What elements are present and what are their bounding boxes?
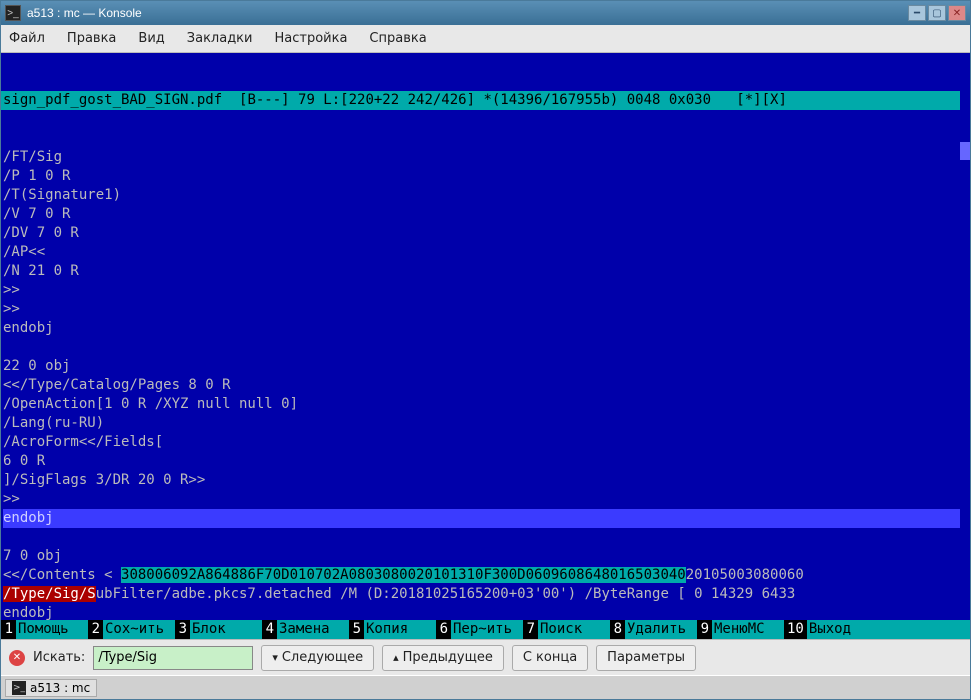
search-match: /Type/Sig/S <box>3 586 96 602</box>
line: /AP<< <box>3 244 45 260</box>
line: /P 1 0 R <box>3 168 70 184</box>
line: ]/SigFlags 3/DR 20 0 R>> <box>3 472 205 488</box>
menu-bookmarks[interactable]: Закладки <box>187 31 253 46</box>
line: endobj <box>3 605 54 621</box>
line: <</Contents < <box>3 567 121 583</box>
menu-file[interactable]: Файл <box>9 31 45 46</box>
app-icon: >_ <box>5 5 21 21</box>
search-bar: ✕ Искать: ⌫ ▾Следующее ▴Предыдущее С кон… <box>1 639 970 675</box>
status-info: [B---] 79 L:[220+22 242/426] *(14396/167… <box>222 92 787 108</box>
fnkey-4[interactable]: 4Замена <box>262 620 349 639</box>
window: >_ a513 : mc — Konsole ━ ▢ ✕ Файл Правка… <box>0 0 971 700</box>
line: 20105003080060 <box>686 567 804 583</box>
line: /OpenAction[1 0 R /XYZ null null 0] <box>3 396 298 412</box>
hex-highlight: 308006092A864886F70D010702A0803080020101… <box>121 567 686 583</box>
search-fromend-button[interactable]: С конца <box>512 645 588 671</box>
menu-settings[interactable]: Настройка <box>274 31 347 46</box>
search-next-button[interactable]: ▾Следующее <box>261 645 374 671</box>
scrollbar[interactable] <box>960 72 970 620</box>
fnkey-9[interactable]: 9МенюMC <box>697 620 784 639</box>
search-prev-button[interactable]: ▴Предыдущее <box>382 645 504 671</box>
line: 7 0 obj <box>3 548 62 564</box>
minimize-button[interactable]: ━ <box>908 5 926 21</box>
taskbar-tab-label: a513 : mc <box>30 681 90 695</box>
search-label: Искать: <box>33 650 85 665</box>
taskbar: >_ a513 : mc <box>1 675 970 699</box>
line: /DV 7 0 R <box>3 225 79 241</box>
line: /N 21 0 R <box>3 263 79 279</box>
arrow-up-icon: ▴ <box>393 651 399 664</box>
menu-help[interactable]: Справка <box>369 31 426 46</box>
search-input[interactable] <box>98 650 268 665</box>
line-highlighted: endobj <box>3 509 968 528</box>
fnkey-7[interactable]: 7Поиск <box>523 620 610 639</box>
close-button[interactable]: ✕ <box>948 5 966 21</box>
editor-statusline: sign_pdf_gost_BAD_SIGN.pdf [B---] 79 L:[… <box>1 91 970 110</box>
editor-viewport[interactable]: sign_pdf_gost_BAD_SIGN.pdf [B---] 79 L:[… <box>1 53 970 639</box>
terminal-icon: >_ <box>12 681 26 695</box>
fnkey-6[interactable]: 6Пер~ить <box>436 620 523 639</box>
close-search-icon[interactable]: ✕ <box>9 650 25 666</box>
fnkey-10[interactable]: 10Выход <box>784 620 879 639</box>
line: /Lang(ru-RU) <box>3 415 104 431</box>
window-title: a513 : mc — Konsole <box>27 6 908 20</box>
fnkey-8[interactable]: 8Удалить <box>610 620 697 639</box>
status-filename: sign_pdf_gost_BAD_SIGN.pdf <box>3 92 222 108</box>
line: /T(Signature1) <box>3 187 121 203</box>
menubar: Файл Правка Вид Закладки Настройка Справ… <box>1 25 970 53</box>
fnkey-2[interactable]: 2Сох~ить <box>88 620 175 639</box>
taskbar-tab[interactable]: >_ a513 : mc <box>5 679 97 697</box>
fnkey-1[interactable]: 1Помощь <box>1 620 88 639</box>
line: /V 7 0 R <box>3 206 70 222</box>
search-input-wrap[interactable]: ⌫ <box>93 646 253 670</box>
menu-edit[interactable]: Правка <box>67 31 116 46</box>
line: ubFilter/adbe.pkcs7.detached /M (D:20181… <box>96 586 796 602</box>
line: 6 0 R <box>3 453 45 469</box>
titlebar[interactable]: >_ a513 : mc — Konsole ━ ▢ ✕ <box>1 1 970 25</box>
line: >> <box>3 491 20 507</box>
line: endobj <box>3 320 54 336</box>
menu-view[interactable]: Вид <box>138 31 164 46</box>
fnkey-bar: 1Помощь 2Сох~ить 3Блок 4Замена 5Копия 6П… <box>1 620 970 639</box>
search-params-button[interactable]: Параметры <box>596 645 696 671</box>
line: >> <box>3 301 20 317</box>
line: 22 0 obj <box>3 358 70 374</box>
scrollbar-thumb[interactable] <box>960 142 970 160</box>
window-controls: ━ ▢ ✕ <box>908 5 966 21</box>
maximize-button[interactable]: ▢ <box>928 5 946 21</box>
arrow-down-icon: ▾ <box>272 651 278 664</box>
line: <</Type/Catalog/Pages 8 0 R <box>3 377 231 393</box>
line: /FT/Sig <box>3 149 62 165</box>
line: /AcroForm<</Fields[ <box>3 434 163 450</box>
fnkey-3[interactable]: 3Блок <box>175 620 262 639</box>
editor-text[interactable]: /FT/Sig /P 1 0 R /T(Signature1) /V 7 0 R… <box>1 148 970 639</box>
fnkey-5[interactable]: 5Копия <box>349 620 436 639</box>
line: >> <box>3 282 20 298</box>
